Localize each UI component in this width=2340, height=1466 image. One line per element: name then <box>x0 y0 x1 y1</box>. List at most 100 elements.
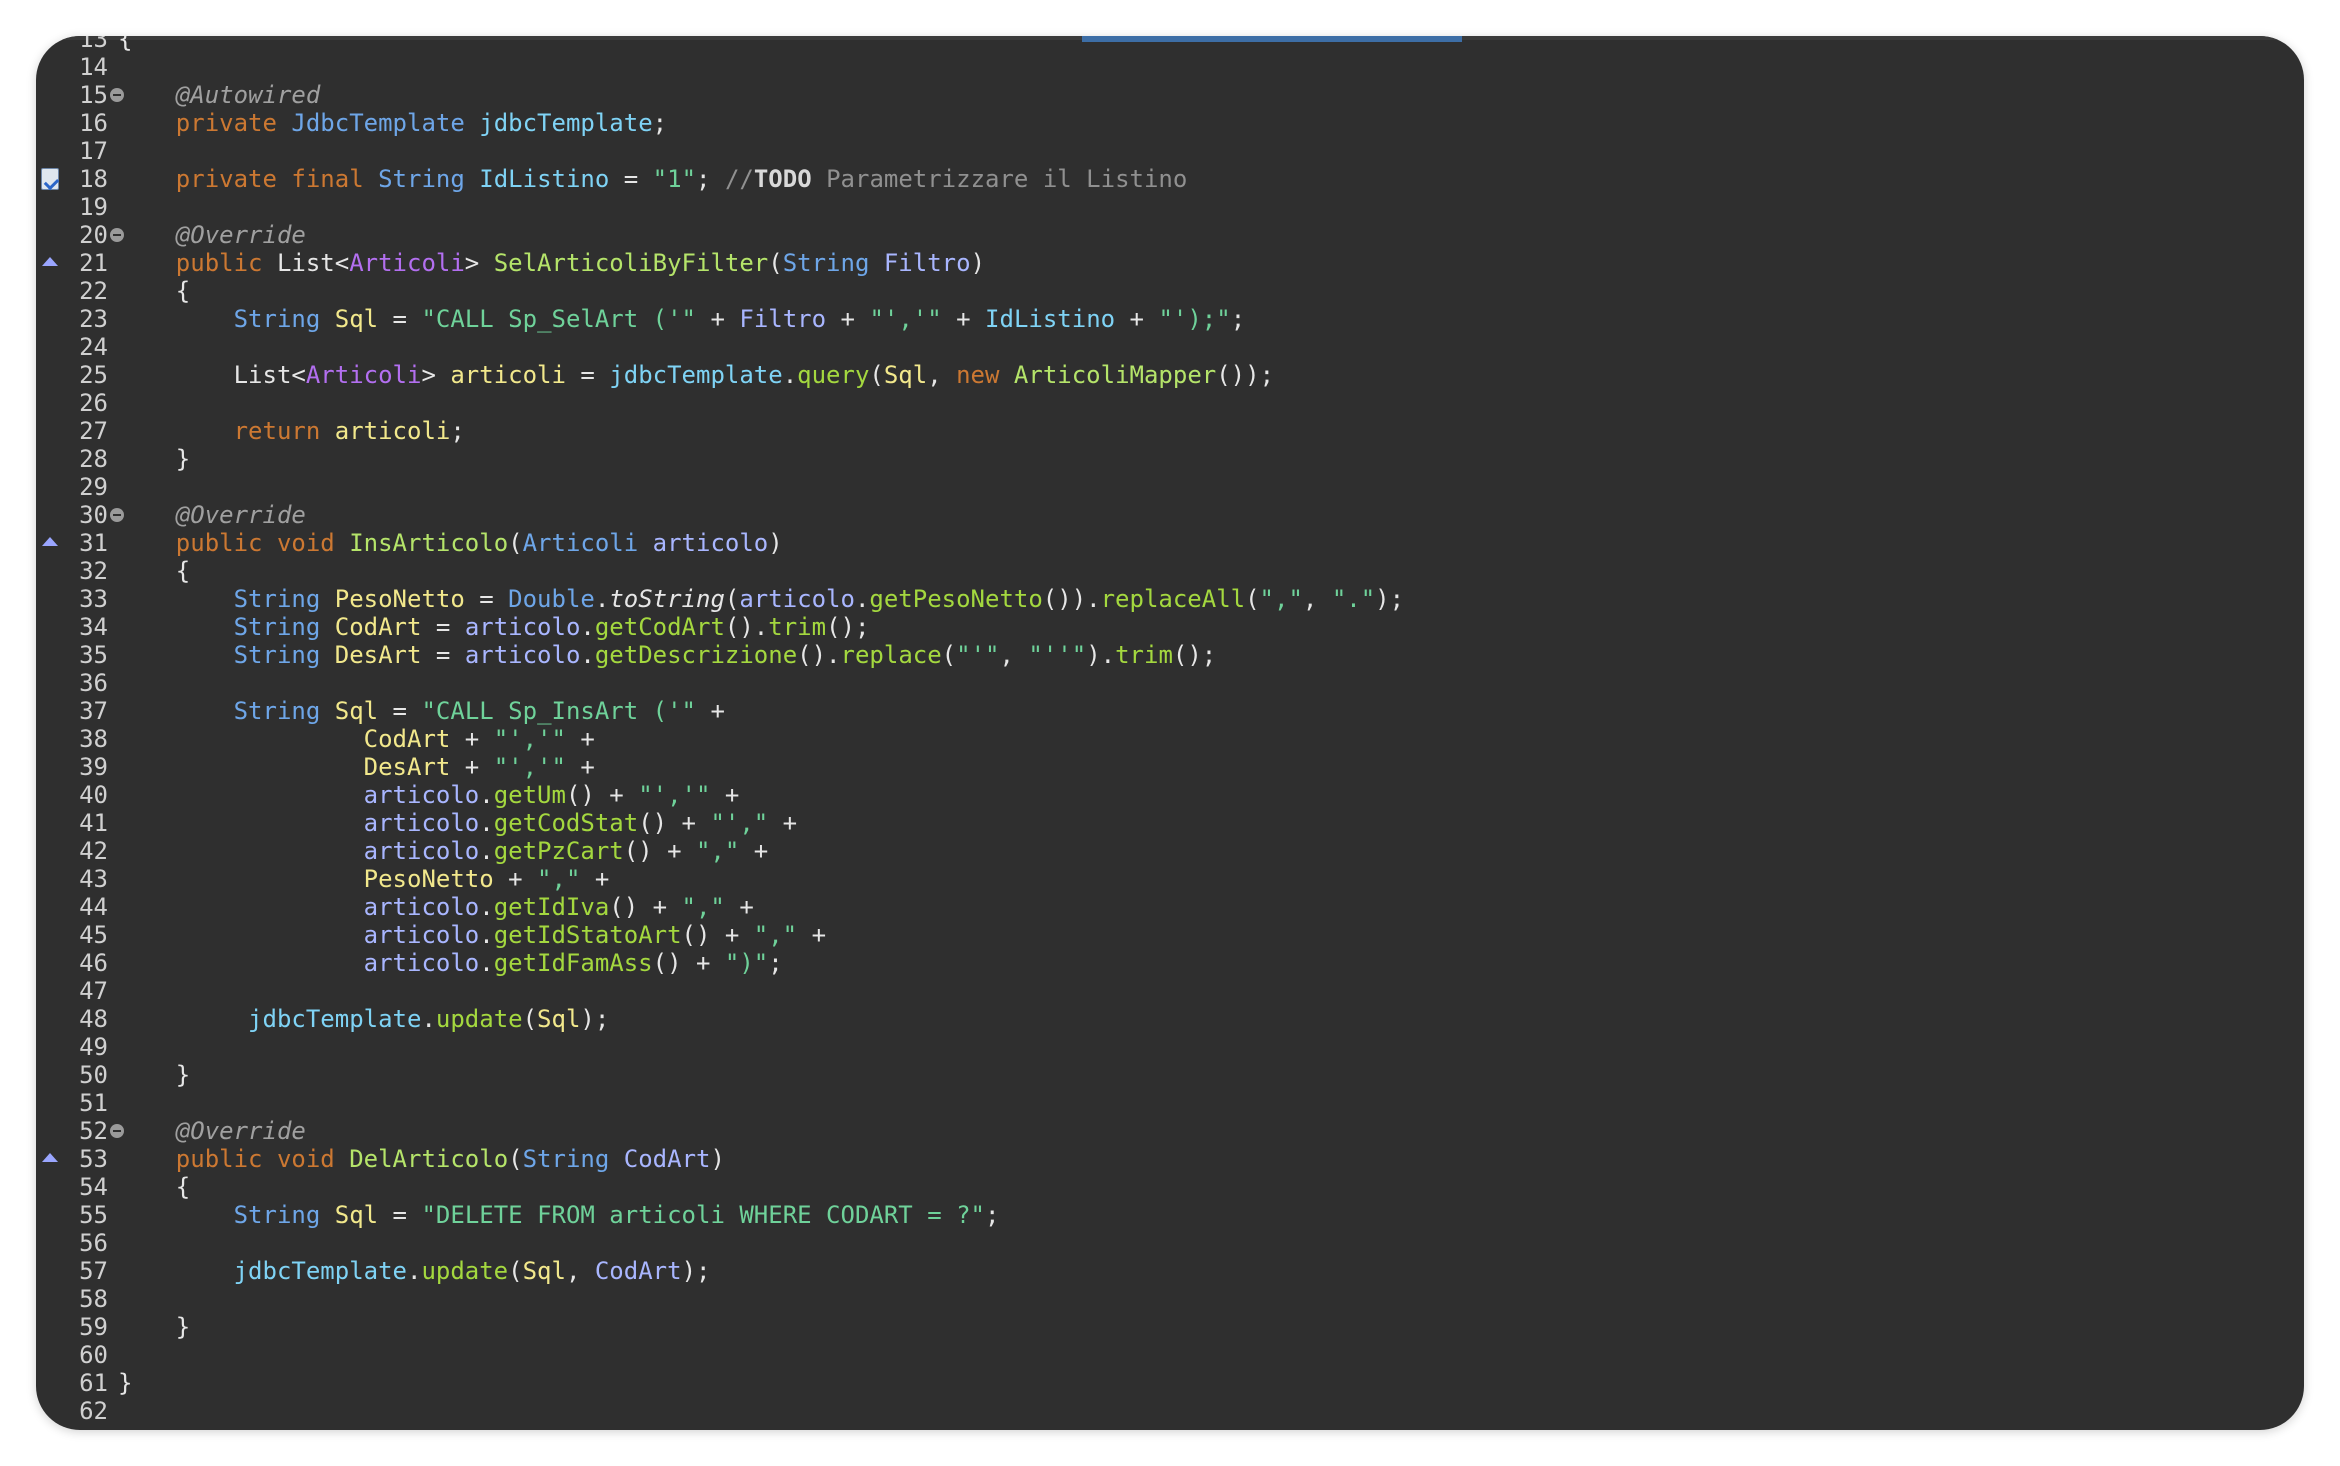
code-token: . <box>479 781 494 809</box>
code-token: "," <box>695 837 740 865</box>
line-number: 26 <box>79 389 108 417</box>
code-text: { <box>118 1173 190 1201</box>
code-line[interactable]: 19 <box>36 193 2304 221</box>
code-token: articoli <box>334 417 451 445</box>
code-line[interactable]: 52 @Override <box>36 1117 2304 1145</box>
code-line[interactable]: 26 <box>36 389 2304 417</box>
code-token: String <box>233 697 321 725</box>
code-line[interactable]: 16 private JdbcTemplate jdbcTemplate; <box>36 109 2304 137</box>
code-token: String <box>233 585 321 613</box>
code-line[interactable]: 13 { <box>36 36 2304 53</box>
code-line[interactable]: 17 <box>36 137 2304 165</box>
code-line[interactable]: 39 DesArt + "','" + <box>36 753 2304 781</box>
code-line[interactable]: 29 <box>36 473 2304 501</box>
code-line[interactable]: 48 jdbcTemplate.update(Sql); <box>36 1005 2304 1033</box>
line-number: 19 <box>79 193 108 221</box>
code-line[interactable]: 20 @Override <box>36 221 2304 249</box>
code-line[interactable]: 54 { <box>36 1173 2304 1201</box>
code-line[interactable]: 61} <box>36 1369 2304 1397</box>
code-text: private JdbcTemplate jdbcTemplate; <box>118 109 667 137</box>
code-line[interactable]: 34 String CodArt = articolo.getCodArt().… <box>36 613 2304 641</box>
code-token: { <box>118 557 191 585</box>
code-line[interactable]: 41 articolo.getCodStat() + "'," + <box>36 809 2304 837</box>
code-token: List< <box>118 361 306 389</box>
code-text: DesArt + "','" + <box>118 753 595 781</box>
code-area[interactable]: 13{14 15 @Autowired 16 private JdbcTemplat… <box>36 36 2304 1425</box>
code-line[interactable]: 53 public void DelArticolo(String CodArt… <box>36 1145 2304 1173</box>
code-line[interactable]: 55 String Sql = "DELETE FROM articoli WH… <box>36 1201 2304 1229</box>
code-line[interactable]: 32 { <box>36 557 2304 585</box>
code-line[interactable]: 36 <box>36 669 2304 697</box>
code-token: = <box>464 585 509 613</box>
code-line[interactable]: 58 <box>36 1285 2304 1313</box>
line-number: 58 <box>79 1285 108 1313</box>
code-token: ( <box>869 361 884 389</box>
code-token: "'," <box>710 809 769 837</box>
code-token: ). <box>1086 641 1116 669</box>
code-line[interactable]: 28 } <box>36 445 2304 473</box>
code-token: @Override <box>175 221 306 249</box>
code-token: query <box>797 361 870 389</box>
code-token: ; <box>768 949 783 977</box>
code-line[interactable]: 14 <box>36 53 2304 81</box>
line-number: 40 <box>79 781 108 809</box>
code-line[interactable]: 21 public List<Articoli> SelArticoliByFi… <box>36 249 2304 277</box>
code-token: { <box>118 277 191 305</box>
code-line[interactable]: 22 { <box>36 277 2304 305</box>
code-token: (); <box>1172 641 1217 669</box>
code-line[interactable]: 43 PesoNetto + "," + <box>36 865 2304 893</box>
code-text: articolo.getIdFamAss() + ")"; <box>118 949 783 977</box>
code-line[interactable]: 50 } <box>36 1061 2304 1089</box>
code-token: ( <box>724 585 740 613</box>
code-line[interactable]: 30 @Override <box>36 501 2304 529</box>
code-line[interactable]: 57 jdbcTemplate.update(Sql, CodArt); <box>36 1257 2304 1285</box>
code-line[interactable]: 15 @Autowired <box>36 81 2304 109</box>
code-line[interactable]: 24 <box>36 333 2304 361</box>
code-line[interactable]: 62 <box>36 1397 2304 1425</box>
code-line[interactable]: 27 return articoli; <box>36 417 2304 445</box>
code-token: + <box>696 305 740 333</box>
code-line[interactable]: 35 String DesArt = articolo.getDescrizio… <box>36 641 2304 669</box>
code-line[interactable]: 38 CodArt + "','" + <box>36 725 2304 753</box>
code-token: ArticoliMapper <box>1013 361 1217 389</box>
code-line[interactable]: 25 List<Articoli> articoli = jdbcTemplat… <box>36 361 2304 389</box>
code-token: toString <box>609 585 725 613</box>
code-line[interactable]: 45 articolo.getIdStatoArt() + "," + <box>36 921 2304 949</box>
code-token: "," <box>537 865 581 893</box>
code-token: = <box>378 697 422 725</box>
code-token: IdListino <box>985 305 1116 333</box>
code-line[interactable]: 40 articolo.getUm() + "','" + <box>36 781 2304 809</box>
code-token: ( <box>522 1005 538 1033</box>
code-token: Articoli <box>349 249 465 277</box>
code-line[interactable]: 46 articolo.getIdFamAss() + ")"; <box>36 949 2304 977</box>
code-line[interactable]: 47 <box>36 977 2304 1005</box>
code-line[interactable]: 49 <box>36 1033 2304 1061</box>
code-text: String Sql = "DELETE FROM articoli WHERE… <box>118 1201 1000 1229</box>
line-number: 57 <box>79 1257 108 1285</box>
code-line[interactable]: 23 String Sql = "CALL Sp_SelArt ('" + Fi… <box>36 305 2304 333</box>
code-line[interactable]: 56 <box>36 1229 2304 1257</box>
code-line[interactable]: 42 articolo.getPzCart() + "," + <box>36 837 2304 865</box>
code-token: articolo <box>363 921 480 949</box>
code-line[interactable]: 37 String Sql = "CALL Sp_InsArt ('" + <box>36 697 2304 725</box>
code-line[interactable]: 18 private final String IdListino = "1";… <box>36 165 2304 193</box>
code-token: + <box>797 921 827 949</box>
code-line[interactable]: 59 } <box>36 1313 2304 1341</box>
code-line[interactable]: 51 <box>36 1089 2304 1117</box>
code-token: update <box>435 1005 523 1033</box>
code-line[interactable]: 60 <box>36 1341 2304 1369</box>
code-token: getIdStatoArt <box>493 921 682 949</box>
code-line[interactable]: 44 articolo.getIdIva() + "," + <box>36 893 2304 921</box>
code-token: getPzCart <box>493 837 624 865</box>
code-line[interactable]: 31 public void InsArticolo(Articoli arti… <box>36 529 2304 557</box>
code-line[interactable]: 33 String PesoNetto = Double.toString(ar… <box>36 585 2304 613</box>
code-text: String Sql = "CALL Sp_SelArt ('" + Filtr… <box>118 305 1246 333</box>
code-token: > <box>464 249 494 277</box>
